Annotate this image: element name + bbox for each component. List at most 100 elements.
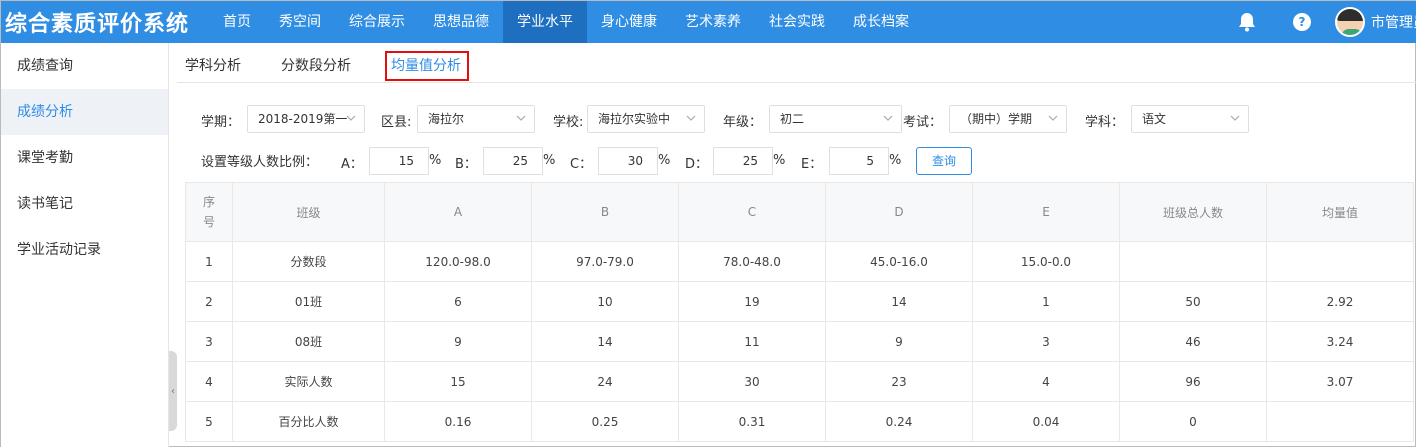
chevron-down-icon: [883, 115, 893, 121]
table-cell: [1119, 241, 1267, 282]
ratio-c-unit: %: [658, 153, 671, 168]
nav-item-health[interactable]: 身心健康: [587, 1, 671, 43]
main-content: 学科分析 分数段分析 均量值分析 学期： 2018-2019第一 区县: 海拉尔…: [177, 43, 1416, 447]
tab-score-band-analysis[interactable]: 分数段分析: [281, 55, 351, 75]
ratio-b-label: B：: [455, 157, 477, 172]
ratio-a-input[interactable]: 15: [369, 147, 429, 175]
help-icon[interactable]: ?: [1293, 13, 1311, 31]
ratio-a-label: A：: [341, 157, 363, 172]
col-header-d: D: [825, 182, 973, 242]
avatar[interactable]: [1335, 7, 1365, 37]
sidebar-item-score-analysis[interactable]: 成绩分析: [1, 89, 168, 135]
sidebar: 成绩查询 成绩分析 课堂考勤 读书笔记 学业活动记录: [1, 43, 169, 447]
tab-subject-analysis[interactable]: 学科分析: [185, 55, 241, 75]
table-cell: [1266, 241, 1414, 282]
ratio-d-input[interactable]: 25: [713, 147, 773, 175]
exam-select-value: （期中）学期: [960, 112, 1033, 126]
sidebar-item-reading-notes[interactable]: 读书笔记: [1, 181, 168, 227]
ratio-d-unit: %: [773, 153, 786, 168]
table-cell: 0.25: [531, 401, 679, 442]
subject-select[interactable]: 语文: [1131, 105, 1249, 133]
analysis-tabs: 学科分析 分数段分析 均量值分析: [177, 43, 1416, 83]
sidebar-item-score-query[interactable]: 成绩查询: [1, 43, 168, 89]
subject-select-value: 语文: [1142, 112, 1167, 126]
top-nav: 首页 秀空间 综合展示 思想品德 学业水平 身心健康 艺术素养 社会实践 成长档…: [209, 1, 923, 43]
sidebar-item-activity-records[interactable]: 学业活动记录: [1, 227, 168, 273]
nav-item-home[interactable]: 首页: [209, 1, 265, 43]
table-cell: 46: [1119, 321, 1267, 362]
chevron-down-icon: [516, 115, 526, 121]
table-cell: 23: [825, 361, 973, 402]
subject-label: 学科：: [1085, 115, 1125, 130]
nav-item-practice[interactable]: 社会实践: [755, 1, 839, 43]
col-header-mean-value: 均量值: [1266, 182, 1414, 242]
district-select[interactable]: 海拉尔: [417, 105, 535, 133]
ratio-label: 设置等级人数比例：: [201, 155, 319, 170]
table-cell: 120.0-98.0: [384, 241, 532, 282]
table-cell: 3.07: [1266, 361, 1414, 402]
table-cell: 19: [678, 281, 826, 322]
table-cell: 11: [678, 321, 826, 362]
district-select-value: 海拉尔: [428, 112, 465, 126]
table-cell: 14: [531, 321, 679, 362]
col-header-class-total: 班级总人数: [1119, 182, 1267, 242]
bell-icon[interactable]: [1237, 12, 1257, 32]
school-label: 学校:: [553, 115, 584, 130]
top-header: 综合素质评价系统 首页 秀空间 综合展示 思想品德 学业水平 身心健康 艺术素养…: [1, 1, 1416, 43]
col-header-e: E: [972, 182, 1120, 242]
ratio-b-unit: %: [543, 153, 556, 168]
col-header-index: 序号: [185, 182, 233, 242]
grade-select-value: 初二: [780, 112, 805, 126]
ratio-b-input[interactable]: 25: [483, 147, 543, 175]
ratio-e-label: E：: [801, 157, 823, 172]
exam-select[interactable]: （期中）学期: [949, 105, 1067, 133]
table-cell: 分数段: [232, 241, 385, 282]
table-cell: 96: [1119, 361, 1267, 402]
table-cell: 0.24: [825, 401, 973, 442]
table-row: 3 08班 9 14 11 9 3 46 3.24: [185, 321, 1414, 362]
school-select[interactable]: 海拉尔实验中: [587, 105, 705, 133]
term-label: 学期：: [201, 115, 241, 130]
table-cell: 4: [185, 361, 233, 402]
school-select-value: 海拉尔实验中: [598, 112, 671, 126]
chevron-down-icon: [1230, 115, 1240, 121]
table-cell: 4: [972, 361, 1120, 402]
username[interactable]: 市管理员: [1371, 12, 1416, 32]
ratio-c-label: C：: [570, 157, 593, 172]
grade-label: 年级：: [723, 115, 763, 130]
col-header-b: B: [531, 182, 679, 242]
nav-item-academic[interactable]: 学业水平: [503, 1, 587, 43]
chevron-down-icon: [686, 115, 696, 121]
nav-item-display[interactable]: 综合展示: [335, 1, 419, 43]
table-row: 4 实际人数 15 24 30 23 4 96 3.07: [185, 361, 1414, 402]
ratio-d-label: D：: [685, 157, 709, 172]
table-header-row: 序号 班级 A B C D E 班级总人数 均量值: [185, 182, 1414, 242]
table-cell: 0: [1119, 401, 1267, 442]
table-cell: 08班: [232, 321, 385, 362]
grade-select[interactable]: 初二: [769, 105, 902, 133]
table-cell: 10: [531, 281, 679, 322]
table-cell: 1: [972, 281, 1120, 322]
table-cell: 9: [384, 321, 532, 362]
table-cell: 6: [384, 281, 532, 322]
term-select-value: 2018-2019第一: [258, 112, 348, 126]
nav-item-archive[interactable]: 成长档案: [839, 1, 923, 43]
nav-item-morality[interactable]: 思想品德: [419, 1, 503, 43]
table-cell: 实际人数: [232, 361, 385, 402]
nav-item-showspace[interactable]: 秀空间: [265, 1, 335, 43]
col-header-class: 班级: [232, 182, 385, 242]
table-cell: 50: [1119, 281, 1267, 322]
ratio-e-input[interactable]: 5: [829, 147, 889, 175]
ratio-c-input[interactable]: 30: [598, 147, 658, 175]
nav-item-arts[interactable]: 艺术素养: [671, 1, 755, 43]
table-cell: 0.04: [972, 401, 1120, 442]
exam-label: 考试：: [903, 115, 943, 130]
table-cell: 1: [185, 241, 233, 282]
sidebar-collapse-handle[interactable]: ‹: [169, 351, 177, 431]
table-cell: 3: [185, 321, 233, 362]
term-select[interactable]: 2018-2019第一: [247, 105, 365, 133]
query-button[interactable]: 查询: [916, 147, 972, 175]
sidebar-item-attendance[interactable]: 课堂考勤: [1, 135, 168, 181]
table-cell: 0.16: [384, 401, 532, 442]
col-header-a: A: [384, 182, 532, 242]
